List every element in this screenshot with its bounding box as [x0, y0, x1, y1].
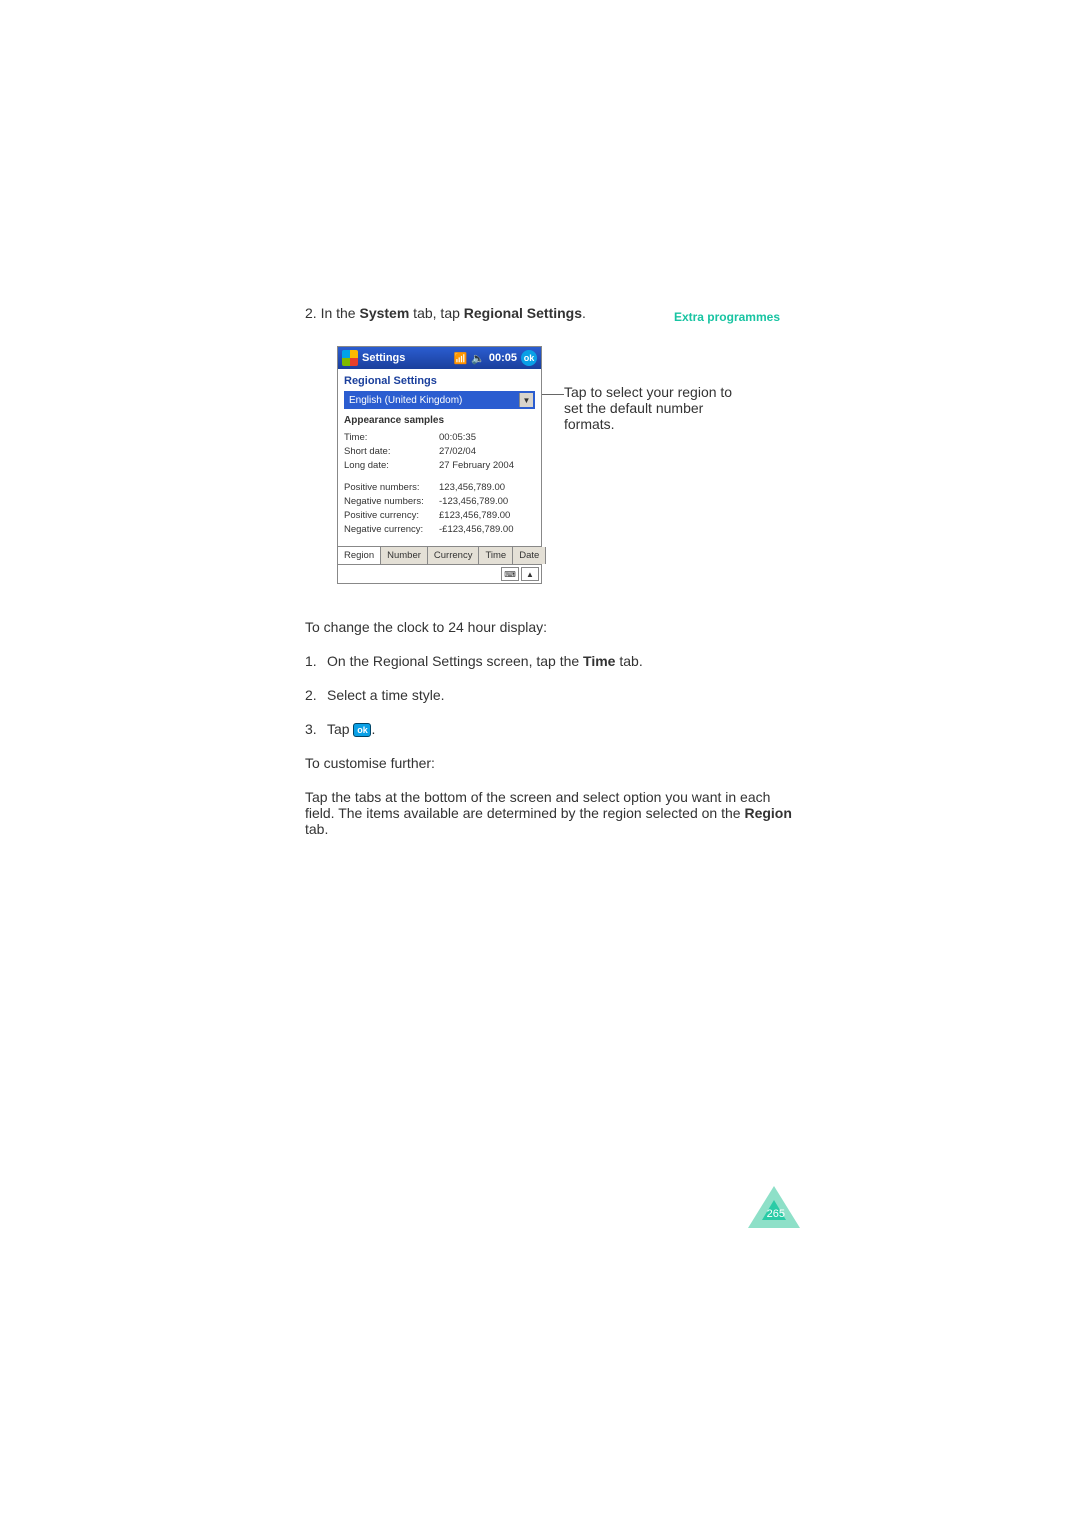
samples-block-1: Time:00:05:35 Short date:27/02/04 Long d… — [338, 430, 541, 546]
para-tabs-note: Tap the tabs at the bottom of the screen… — [305, 789, 795, 837]
callout-leader-line — [542, 394, 564, 395]
windows-start-icon[interactable] — [342, 350, 358, 366]
sip-up-icon[interactable]: ▲ — [521, 567, 539, 581]
tab-date[interactable]: Date — [513, 547, 546, 564]
page-number: 265 — [767, 1208, 785, 1220]
appearance-subheading: Appearance samples — [338, 415, 541, 430]
list-item-1: 1. On the Regional Settings screen, tap … — [305, 653, 795, 669]
ok-inline-icon: ok — [353, 723, 371, 737]
chevron-down-icon[interactable]: ▼ — [519, 393, 533, 407]
tab-strip: Region Number Currency Time Date — [338, 546, 541, 565]
para-clock-intro: To change the clock to 24 hour display: — [305, 619, 795, 635]
panel-title: Regional Settings — [338, 369, 541, 389]
sip-bar: ⌨ ▲ — [338, 565, 541, 583]
callout-text: Tap to select your region to set the def… — [564, 384, 744, 432]
tab-region[interactable]: Region — [338, 547, 381, 564]
sample-row-poscur: Positive currency:£123,456,789.00 — [344, 510, 535, 521]
section-header: Extra programmes — [674, 310, 780, 324]
sample-row-negcur: Negative currency:-£123,456,789.00 — [344, 524, 535, 535]
list-item-3: 3. Tap ok. — [305, 721, 795, 737]
list-item-2: 2. Select a time style. — [305, 687, 795, 703]
signal-icon: 📶 — [453, 352, 467, 365]
step2-suffix: . — [582, 305, 586, 321]
sample-row-posnum: Positive numbers:123,456,789.00 — [344, 482, 535, 493]
step2-system: System — [359, 305, 409, 321]
window-title: Settings — [362, 352, 449, 364]
page-corner-decoration — [748, 1186, 800, 1228]
sample-row-shortdate: Short date:27/02/04 — [344, 446, 535, 457]
sample-row-time: Time:00:05:35 — [344, 432, 535, 443]
region-dropdown[interactable]: English (United Kingdom) ▼ — [344, 391, 535, 409]
volume-icon[interactable]: 🔈 — [471, 352, 485, 365]
clock-indicator: 00:05 — [489, 352, 517, 364]
tab-currency[interactable]: Currency — [428, 547, 480, 564]
device-screenshot: Settings 📶 🔈 00:05 ok Regional Settings … — [337, 346, 542, 584]
tab-time[interactable]: Time — [479, 547, 513, 564]
para-customise: To customise further: — [305, 755, 795, 771]
step2-prefix: 2. In the — [305, 305, 359, 321]
step2-mid: tab, tap — [409, 305, 463, 321]
titlebar: Settings 📶 🔈 00:05 ok — [338, 347, 541, 369]
keyboard-icon[interactable]: ⌨ — [501, 567, 519, 581]
sample-row-negnum: Negative numbers:-123,456,789.00 — [344, 496, 535, 507]
tab-number[interactable]: Number — [381, 547, 428, 564]
ok-button[interactable]: ok — [521, 350, 537, 366]
sample-row-longdate: Long date:27 February 2004 — [344, 460, 535, 471]
step2-regional: Regional Settings — [464, 305, 582, 321]
region-dropdown-value: English (United Kingdom) — [346, 393, 519, 407]
